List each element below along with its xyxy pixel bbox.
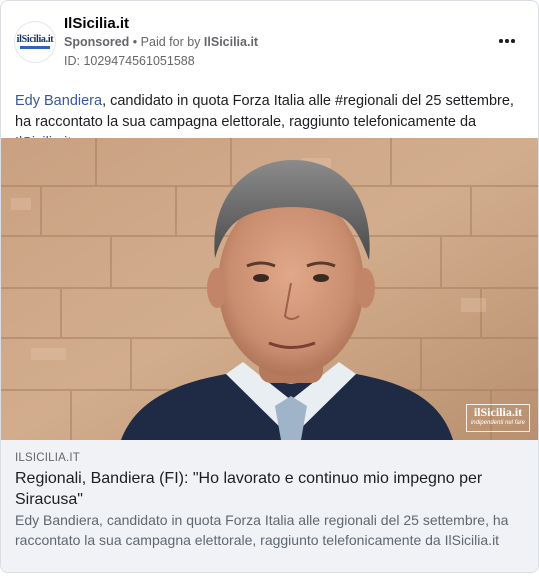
mention-link-edy-bandiera[interactable]: Edy Bandiera [15,93,102,109]
portrait-photo [1,138,538,440]
ad-id: ID: 1029474561051588 [64,54,195,68]
payer-name[interactable]: IlSicilia.it [204,35,258,49]
link-domain: ILSICILIA.IT [15,452,81,464]
image-watermark: ilSicilia.it indipendenti nel fare [466,404,530,432]
more-options-button[interactable] [495,29,519,53]
post-header: ilSicilia.it IlSicilia.it Sponsored • Pa… [1,1,538,81]
sponsored-post-card: ilSicilia.it IlSicilia.it Sponsored • Pa… [0,0,539,573]
link-preview[interactable]: ILSICILIA.IT Regionali, Bandiera (FI): "… [1,440,538,572]
avatar-logo-text: ilSicilia.it [16,34,54,45]
sponsored-line: Sponsored • Paid for by IlSicilia.it [64,35,258,49]
watermark-title: ilSicilia.it [473,405,523,419]
page-avatar[interactable]: ilSicilia.it [14,21,56,63]
link-headline[interactable]: Regionali, Bandiera (FI): "Ho lavorato e… [15,468,515,510]
avatar-logo-bar [20,46,50,49]
post-image[interactable]: ilSicilia.it indipendenti nel fare [1,138,538,440]
paid-for-prefix: Paid for by [140,35,201,49]
more-horizontal-icon [499,39,503,43]
page-name-link[interactable]: IlSicilia.it [64,15,129,32]
separator-dot: • [132,35,138,49]
link-description: Edy Bandiera, candidato in quota Forza I… [15,512,509,548]
watermark-subtitle: indipendenti nel fare [470,420,526,426]
sponsored-label: Sponsored [64,35,130,49]
